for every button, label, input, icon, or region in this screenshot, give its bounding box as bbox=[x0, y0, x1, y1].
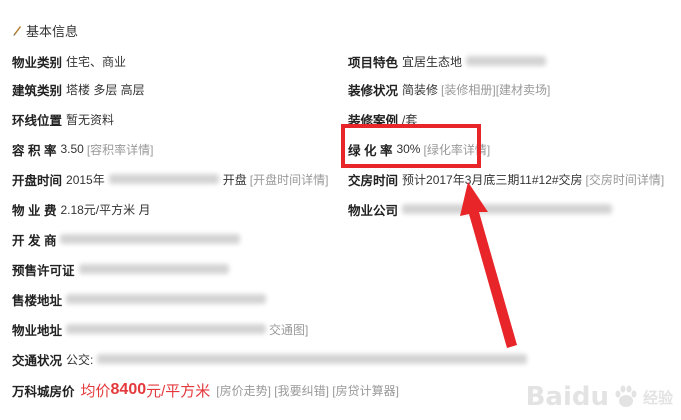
watermark-text: 经验 bbox=[642, 388, 673, 407]
baidu-paw-icon bbox=[615, 385, 637, 407]
watermark: Baidu 经验 bbox=[526, 382, 673, 412]
watermark-brand: Baidu bbox=[525, 382, 609, 412]
annotation-arrow-icon bbox=[460, 182, 517, 348]
